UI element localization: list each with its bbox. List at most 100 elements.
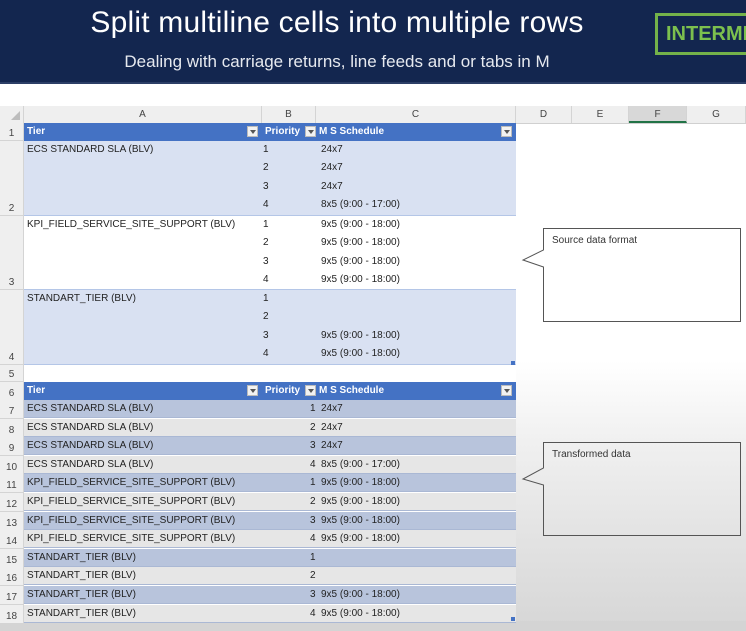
row-header[interactable]: 17 — [0, 586, 24, 605]
table-row[interactable]: KPI_FIELD_SERVICE_SITE_SUPPORT (BLV) 3 9x5… — [24, 511, 516, 530]
schedule-line: 9x5 (9:00 - 18:00) — [321, 330, 400, 341]
table-row[interactable]: ECS STANDARD SLA (BLV) 2 24x7 — [24, 418, 516, 437]
priority-cell: 4 — [310, 607, 316, 619]
schedule-line: 24x7 — [321, 144, 343, 155]
tier-cell: STANDART_TIER (BLV) — [27, 589, 136, 600]
priority-cell: 2 — [310, 421, 316, 433]
schedule-cell: 24x7 — [321, 421, 343, 433]
table-row[interactable]: STANDART_TIER (BLV) 4 9x5 (9:00 - 18:00) — [24, 604, 516, 623]
tier-cell: ECS STANDARD SLA (BLV) — [27, 440, 154, 452]
schedule-line: 24x7 — [321, 162, 343, 173]
column-header-a[interactable]: A — [24, 106, 262, 123]
row-header[interactable]: 8 — [0, 418, 24, 438]
table-row[interactable]: ECS STANDARD SLA (BLV) 3 24x7 — [24, 437, 516, 456]
table-row[interactable]: STANDART_TIER (BLV) 1 — [24, 548, 516, 567]
header-tier: Tier — [27, 126, 46, 137]
tier-cell: KPI_FIELD_SERVICE_SITE_SUPPORT (BLV) — [27, 477, 236, 489]
table-row[interactable]: ECS STANDARD SLA (BLV) 1 24x7 — [24, 400, 516, 418]
filter-dropdown-icon[interactable] — [247, 126, 258, 137]
schedule-cell: 24x7 — [321, 403, 343, 414]
column-header-c[interactable]: C — [316, 106, 516, 123]
priority-line: 1 — [263, 144, 269, 155]
table-row[interactable]: KPI_FIELD_SERVICE_SITE_SUPPORT (BLV) 4 9x5… — [24, 530, 516, 549]
priority-cell: 4 — [310, 458, 316, 470]
priority-cell: 1 — [310, 403, 316, 414]
tier-cell: STANDART_TIER (BLV) — [27, 551, 136, 563]
filter-dropdown-icon[interactable] — [501, 126, 512, 137]
table-row[interactable]: ECS STANDARD SLA (BLV) 4 8x5 (9:00 - 17:00… — [24, 455, 516, 474]
row-header[interactable]: 7 — [0, 400, 24, 419]
level-badge: INTERMEDIATE — [655, 13, 746, 55]
column-header-f[interactable]: F — [629, 106, 687, 123]
table-resize-handle[interactable] — [511, 361, 515, 365]
schedule-line: 8x5 (9:00 - 17:00) — [321, 199, 400, 210]
priority-cell: 3 — [310, 589, 316, 600]
row-header[interactable]: 16 — [0, 567, 24, 587]
table-resize-handle[interactable] — [511, 617, 515, 621]
table-row[interactable]: ECS STANDARD SLA (BLV) 1 2 3 4 24x7 24x7… — [24, 141, 516, 216]
filter-dropdown-icon[interactable] — [305, 385, 316, 396]
header-tier: Tier — [27, 385, 46, 396]
row-header[interactable]: 13 — [0, 511, 24, 531]
row-header[interactable]: 12 — [0, 493, 24, 512]
row-header[interactable]: 1 — [0, 123, 24, 141]
table-row[interactable]: STANDART_TIER (BLV) 1 2 3 4 9x5 (9:00 - … — [24, 290, 516, 365]
priority-line: 1 — [263, 293, 269, 304]
spreadsheet: A B C D E F G 1 2 3 4 5 6 7 8 9 10 11 12 13 14 1… — [0, 106, 746, 631]
schedule-line: 9x5 (9:00 - 18:00) — [321, 256, 400, 267]
row-header[interactable]: 14 — [0, 530, 24, 550]
select-all-corner[interactable] — [0, 106, 24, 123]
priority-line: 2 — [263, 162, 269, 173]
priority-cell: 2 — [310, 570, 316, 582]
table-row[interactable]: KPI_FIELD_SERVICE_SITE_SUPPORT (BLV) 2 9x5… — [24, 493, 516, 511]
priority-line: 3 — [263, 181, 269, 192]
row-header[interactable]: 15 — [0, 548, 24, 568]
header-schedule: M S Schedule — [319, 126, 385, 137]
schedule-cell: 24x7 — [321, 440, 343, 452]
row-header[interactable]: 4 — [0, 290, 24, 365]
header-schedule: M S Schedule — [319, 385, 385, 396]
schedule-cell: 9x5 (9:00 - 18:00) — [321, 514, 400, 526]
row-header[interactable]: 18 — [0, 604, 24, 624]
schedule-cell: 9x5 (9:00 - 18:00) — [321, 533, 400, 545]
tier-cell: ECS STANDARD SLA (BLV) — [27, 421, 154, 433]
tier-cell: ECS STANDARD SLA (BLV) — [27, 403, 154, 414]
tier-cell: STANDART_TIER (BLV) — [27, 570, 136, 582]
row-header[interactable]: 9 — [0, 437, 24, 457]
tier-cell: STANDART_TIER (BLV) — [27, 293, 136, 304]
priority-cell: 3 — [310, 440, 316, 452]
schedule-line: 9x5 (9:00 - 18:00) — [321, 274, 400, 285]
schedule-cell: 8x5 (9:00 - 17:00) — [321, 458, 400, 470]
column-headers: A B C D E F G — [0, 106, 746, 124]
banner-title: Split multiline cells into multiple rows — [90, 6, 584, 39]
column-header-d[interactable]: D — [516, 106, 572, 123]
table-row[interactable]: STANDART_TIER (BLV) 3 9x5 (9:00 - 18:00) — [24, 586, 516, 604]
row-header[interactable]: 2 — [0, 141, 24, 216]
filter-dropdown-icon[interactable] — [501, 385, 512, 396]
schedule-cell: 9x5 (9:00 - 18:00) — [321, 477, 400, 489]
column-header-e[interactable]: E — [572, 106, 629, 123]
filter-dropdown-icon[interactable] — [305, 126, 316, 137]
priority-cell: 4 — [310, 533, 316, 545]
row-header[interactable]: 10 — [0, 455, 24, 475]
priority-cell: 1 — [310, 551, 316, 563]
transformed-table-header: Tier Priority M S Schedule — [24, 382, 516, 400]
priority-line: 2 — [263, 237, 269, 248]
schedule-line: 24x7 — [321, 181, 343, 192]
table-row[interactable]: KPI_FIELD_SERVICE_SITE_SUPPORT (BLV) 1 2… — [24, 216, 516, 290]
filter-dropdown-icon[interactable] — [247, 385, 258, 396]
callout-transformed-text: Transformed data — [552, 449, 631, 460]
row-header[interactable]: 3 — [0, 216, 24, 290]
table-row[interactable]: KPI_FIELD_SERVICE_SITE_SUPPORT (BLV) 1 9x5… — [24, 474, 516, 493]
tier-cell: STANDART_TIER (BLV) — [27, 607, 136, 619]
table-row[interactable]: STANDART_TIER (BLV) 2 — [24, 567, 516, 586]
row-header[interactable]: 11 — [0, 474, 24, 494]
column-header-g[interactable]: G — [687, 106, 746, 123]
callout-source-text: Source data format — [552, 235, 638, 246]
priority-line: 4 — [263, 199, 269, 210]
column-header-b[interactable]: B — [262, 106, 316, 123]
row-header[interactable]: 6 — [0, 382, 24, 401]
schedule-cell: 9x5 (9:00 - 18:00) — [321, 589, 400, 600]
row-header[interactable]: 5 — [0, 365, 24, 382]
priority-line: 1 — [263, 219, 269, 230]
